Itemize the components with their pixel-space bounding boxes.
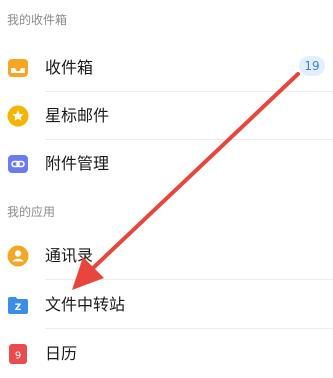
contacts-label: 通讯录: [45, 246, 94, 265]
folder-icon-letter: Z: [15, 303, 22, 313]
section-header-apps: 我的应用: [7, 205, 56, 219]
divider: [45, 328, 333, 329]
list-item-file-transfer[interactable]: Z 文件中转站: [0, 281, 333, 329]
folder-z-icon: Z: [7, 294, 29, 316]
list-item-starred[interactable]: 星标邮件: [0, 92, 333, 140]
inbox-tray-icon: [7, 57, 29, 79]
divider: [45, 279, 333, 280]
star-icon: [7, 105, 29, 127]
calendar-label: 日历: [45, 344, 78, 363]
section-header-mailbox: 我的收件箱: [7, 13, 68, 27]
contacts-person-icon: [7, 245, 29, 267]
list-item-inbox[interactable]: 收件箱 19: [0, 44, 333, 92]
attachment-link-icon: [7, 153, 29, 175]
unread-count-badge: 19: [299, 56, 325, 76]
attachments-label: 附件管理: [45, 154, 110, 173]
calendar-icon-day: 9: [15, 351, 21, 362]
inbox-label: 收件箱: [45, 58, 94, 77]
starred-label: 星标邮件: [45, 106, 110, 125]
calendar-icon: 9: [7, 343, 29, 365]
list-item-attachments[interactable]: 附件管理: [0, 140, 333, 188]
list-item-contacts[interactable]: 通讯录: [0, 232, 333, 280]
list-item-calendar[interactable]: 9 日历: [0, 330, 333, 378]
file-transfer-label: 文件中转站: [45, 295, 126, 314]
